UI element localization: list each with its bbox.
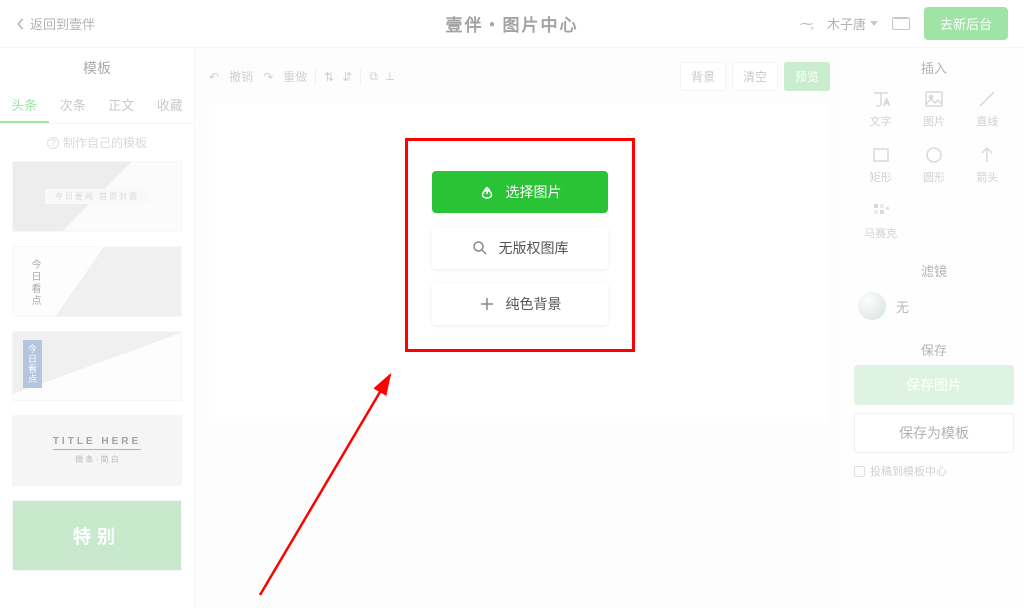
- filter-title: 滤镜: [854, 261, 1014, 280]
- tab-headline[interactable]: 头条: [0, 88, 49, 123]
- save-title: 保存: [854, 340, 1014, 359]
- insert-arrow[interactable]: 箭头: [961, 139, 1014, 191]
- image-source-box: 选择图片 无版权图库 纯色背景: [405, 138, 635, 352]
- background-button[interactable]: 背景: [680, 62, 726, 91]
- canvas-toolbar: ↶ 撤销 ↷ 重做 ⇅ ⇵ ⧉ ⟂ 背景 清空 预览: [209, 62, 830, 91]
- mail-icon[interactable]: [892, 17, 910, 30]
- template-item[interactable]: 今日要闻 首页封面: [12, 161, 182, 232]
- canvas-area: ↶ 撤销 ↷ 重做 ⇅ ⇵ ⧉ ⟂ 背景 清空 预览 选择图片: [195, 48, 844, 608]
- save-template-button[interactable]: 保存为模板: [854, 413, 1014, 453]
- app-title: 壹伴・图片中心: [446, 11, 579, 36]
- preview-button[interactable]: 预览: [784, 62, 830, 91]
- template-item[interactable]: 今日看点: [12, 331, 182, 402]
- insert-rect[interactable]: 矩形: [854, 139, 907, 191]
- checkbox-icon: [854, 466, 865, 477]
- layer-up-icon[interactable]: ⇅: [324, 70, 334, 84]
- user-dropdown[interactable]: 木子唐: [827, 14, 878, 33]
- undo-label: 撤销: [229, 68, 253, 85]
- back-link[interactable]: 返回到壹伴: [16, 14, 95, 33]
- make-own-template[interactable]: ? 制作自己的模板: [0, 124, 194, 161]
- canvas[interactable]: 选择图片 无版权图库 纯色背景: [209, 103, 830, 423]
- tab-favorites[interactable]: 收藏: [146, 88, 195, 123]
- template-tabs: 头条 次条 正文 收藏: [0, 88, 194, 124]
- templates-title: 模板: [0, 58, 194, 78]
- svg-text:A: A: [884, 98, 890, 107]
- go-backend-button[interactable]: 去新后台: [924, 7, 1008, 40]
- insert-line[interactable]: 直线: [961, 83, 1014, 135]
- redo-icon[interactable]: ↷: [263, 70, 273, 84]
- mosaic-icon: [871, 201, 891, 221]
- insert-image[interactable]: 图片: [907, 83, 960, 135]
- back-label: 返回到壹伴: [30, 14, 95, 33]
- save-image-button[interactable]: 保存图片: [854, 365, 1014, 405]
- select-image-button[interactable]: 选择图片: [432, 171, 608, 213]
- submit-center-row[interactable]: 投稿到模板中心: [854, 463, 1014, 479]
- layer-down-icon[interactable]: ⇵: [342, 70, 352, 84]
- right-panel: 插入 A 文字 图片 直线 矩形: [844, 48, 1024, 608]
- stock-library-button[interactable]: 无版权图库: [432, 227, 608, 269]
- arrow-icon: [977, 145, 997, 165]
- help-icon: ?: [47, 137, 59, 149]
- insert-mosaic[interactable]: 马赛克: [854, 195, 907, 247]
- undo-icon[interactable]: ↶: [209, 70, 219, 84]
- template-item[interactable]: 特别: [12, 500, 182, 571]
- crop-icon[interactable]: ⟂: [386, 69, 394, 84]
- template-item[interactable]: 今日看点: [12, 246, 182, 317]
- rect-icon: [871, 145, 891, 165]
- text-icon: A: [871, 89, 891, 109]
- filter-none[interactable]: 无: [854, 286, 1014, 326]
- tab-secondary[interactable]: 次条: [49, 88, 98, 123]
- template-item[interactable]: TITLE HERE 微 条 · 简 白: [12, 415, 182, 486]
- filter-thumb-icon: [858, 292, 886, 320]
- templates-panel: 模板 头条 次条 正文 收藏 ? 制作自己的模板 今日要闻 首页封面 今日看点 …: [0, 48, 195, 608]
- copy-icon[interactable]: ⧉: [369, 69, 378, 84]
- redo-label: 重做: [283, 68, 307, 85]
- line-icon: [977, 89, 997, 109]
- solid-background-button[interactable]: 纯色背景: [432, 283, 608, 325]
- clear-button[interactable]: 清空: [732, 62, 778, 91]
- tab-body[interactable]: 正文: [97, 88, 146, 123]
- image-icon: [924, 89, 944, 109]
- insert-title: 插入: [854, 58, 1014, 77]
- circle-icon: [924, 145, 944, 165]
- insert-circle[interactable]: 圆形: [907, 139, 960, 191]
- logo-glyph: ⁓‚: [799, 16, 813, 32]
- insert-text[interactable]: A 文字: [854, 83, 907, 135]
